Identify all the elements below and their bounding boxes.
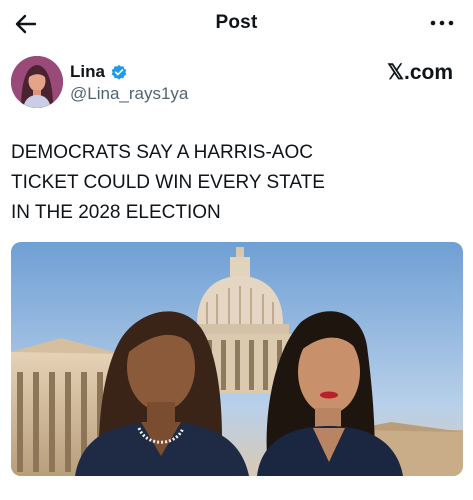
- avatar-illustration: [11, 56, 63, 108]
- post-text: DEMOCRATS SAY A HARRIS-AOC TICKET COULD …: [11, 142, 325, 223]
- author-name: Lina: [70, 62, 105, 81]
- avatar[interactable]: [11, 56, 63, 108]
- more-button[interactable]: [429, 12, 455, 34]
- author-name-row[interactable]: Lina: [70, 62, 128, 82]
- post-image[interactable]: [11, 242, 463, 476]
- verified-badge-icon: [111, 64, 127, 80]
- more-dots-icon: [430, 20, 454, 26]
- capitol-photo: [11, 242, 463, 476]
- top-bar: Post: [0, 0, 473, 48]
- page-title: Post: [215, 12, 258, 33]
- brand-watermark: 𝕏.com: [387, 61, 453, 84]
- author-handle[interactable]: @Lina_rays1ya: [70, 84, 188, 104]
